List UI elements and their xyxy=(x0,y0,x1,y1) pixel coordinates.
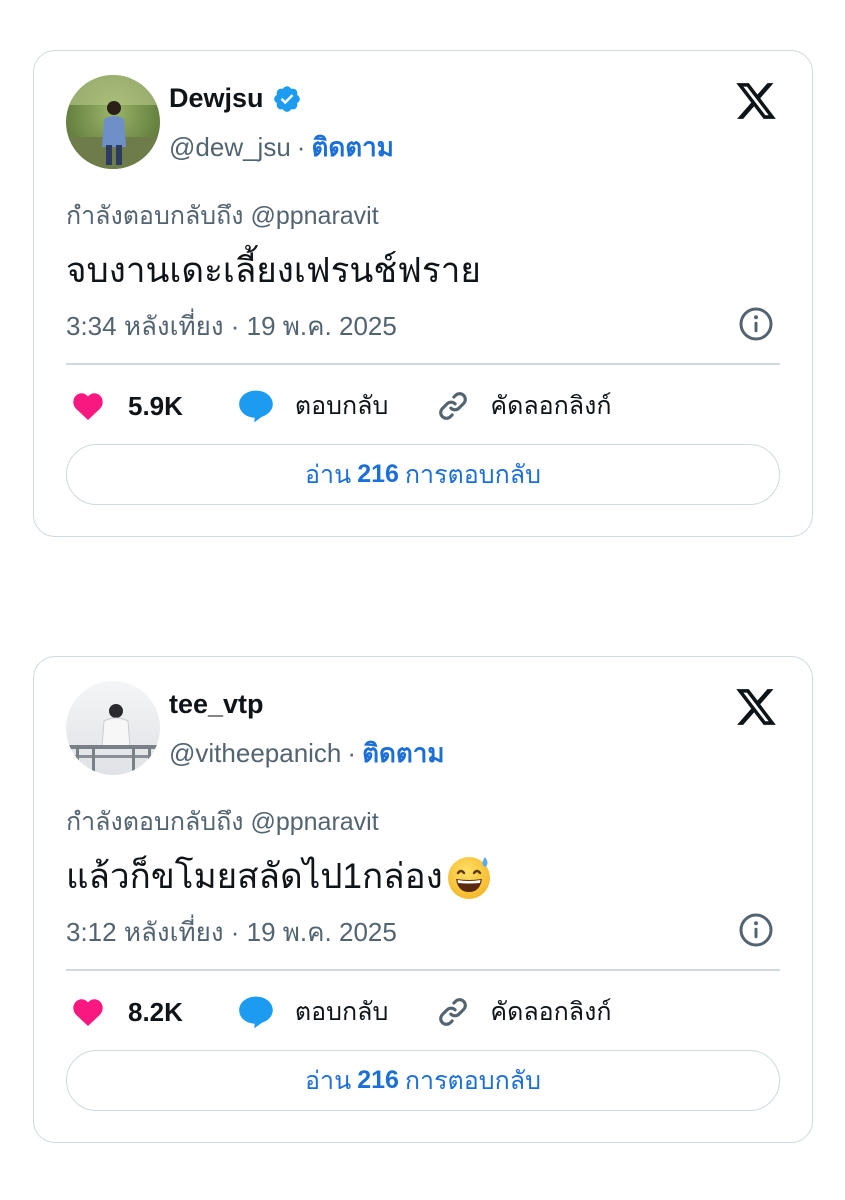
follow-button[interactable]: ติดตาม xyxy=(311,132,393,162)
tweet-actions: 8.2K ตอบกลับ คัดลอกลิงก์ xyxy=(70,990,611,1034)
speech-bubble-icon xyxy=(239,390,273,423)
copy-link-button[interactable]: คัดลอกลิงก์ xyxy=(436,386,611,426)
speech-bubble-icon xyxy=(239,996,273,1029)
x-logo-icon[interactable] xyxy=(734,79,778,123)
read-replies-count: 216 xyxy=(357,1066,399,1094)
tweet-actions: 5.9K ตอบกลับ คัดลอกลิงก์ xyxy=(70,384,611,428)
separator-dot: · xyxy=(347,738,357,768)
tweet-timestamp[interactable]: 3:34 หลังเที่ยง · 19 พ.ค. 2025 xyxy=(66,306,397,347)
replying-to-line: กำลังตอบกลับถึง @ppnaravit xyxy=(66,196,379,236)
info-icon[interactable] xyxy=(738,306,774,342)
grinning-face-with-sweat-emoji xyxy=(445,853,493,901)
divider xyxy=(66,363,780,365)
replying-to-line: กำลังตอบกลับถึง @ppnaravit xyxy=(66,802,379,842)
read-replies-button[interactable]: อ่าน 216 การตอบกลับ xyxy=(66,444,780,505)
x-logo-icon[interactable] xyxy=(734,685,778,729)
copy-link-label: คัดลอกลิงก์ xyxy=(490,392,612,420)
read-replies-button[interactable]: อ่าน 216 การตอบกลับ xyxy=(66,1050,780,1111)
read-replies-prefix: อ่าน xyxy=(305,460,352,489)
tweet-text-content: จบงานเดะเลี้ยงเฟรนช์ฟราย xyxy=(66,251,481,290)
link-icon xyxy=(439,998,468,1026)
like-button[interactable]: 5.9K xyxy=(70,388,183,424)
author-handle[interactable]: @vitheepanich xyxy=(169,738,341,768)
like-count: 5.9K xyxy=(128,390,183,421)
copy-link-label: คัดลอกลิงก์ xyxy=(490,998,612,1026)
read-replies-suffix: การตอบกลับ xyxy=(404,1066,541,1095)
read-replies-prefix: อ่าน xyxy=(305,1066,352,1095)
author-handle[interactable]: @dew_jsu xyxy=(169,132,291,162)
link-icon xyxy=(439,392,468,420)
tweet-text: จบงานเดะเลี้ยงเฟรนช์ฟราย xyxy=(66,243,481,298)
author-handle-row: @vitheepanich · ติดตาม xyxy=(169,733,444,774)
like-button[interactable]: 8.2K xyxy=(70,994,183,1030)
verified-badge-icon xyxy=(273,85,300,112)
author-name-row: Dewjsu xyxy=(169,83,302,114)
follow-button[interactable]: ติดตาม xyxy=(362,738,444,768)
heart-icon xyxy=(73,393,103,420)
avatar[interactable] xyxy=(66,681,160,775)
tweet-timestamp[interactable]: 3:12 หลังเที่ยง · 19 พ.ค. 2025 xyxy=(66,912,397,953)
tweet-text: แล้วก็ขโมยสลัดไป1กล่อง xyxy=(66,849,493,904)
replying-to-prefix: กำลังตอบกลับถึง xyxy=(66,202,244,230)
tweet-card: tee_vtp @vitheepanich · ติดตาม กำลังตอบกลั… xyxy=(33,656,813,1143)
replying-to-prefix: กำลังตอบกลับถึง xyxy=(66,808,244,836)
reply-button[interactable]: ตอบกลับ xyxy=(237,386,388,426)
tweet-card: Dewjsu @dew_jsu · ติดตาม กำลังตอบกลับถึง @… xyxy=(33,50,813,537)
read-replies-suffix: การตอบกลับ xyxy=(404,460,541,489)
divider xyxy=(66,969,780,971)
avatar-photo xyxy=(66,75,160,169)
heart-icon xyxy=(73,999,103,1026)
replying-to-mention[interactable]: @ppnaravit xyxy=(250,202,378,230)
author-display-name[interactable]: tee_vtp xyxy=(169,689,264,720)
replying-to-mention[interactable]: @ppnaravit xyxy=(250,808,378,836)
avatar[interactable] xyxy=(66,75,160,169)
like-count: 8.2K xyxy=(128,996,183,1027)
reply-button[interactable]: ตอบกลับ xyxy=(237,992,388,1032)
reply-label: ตอบกลับ xyxy=(294,392,389,420)
author-name-row: tee_vtp xyxy=(169,689,264,720)
copy-link-button[interactable]: คัดลอกลิงก์ xyxy=(436,992,611,1032)
separator-dot: · xyxy=(296,132,306,162)
info-icon[interactable] xyxy=(738,912,774,948)
author-handle-row: @dew_jsu · ติดตาม xyxy=(169,127,394,168)
reply-label: ตอบกลับ xyxy=(294,998,389,1026)
author-display-name[interactable]: Dewjsu xyxy=(169,83,264,114)
tweet-text-content: แล้วก็ขโมยสลัดไป1กล่อง xyxy=(66,857,443,896)
avatar-photo xyxy=(66,681,160,775)
read-replies-count: 216 xyxy=(357,460,399,488)
